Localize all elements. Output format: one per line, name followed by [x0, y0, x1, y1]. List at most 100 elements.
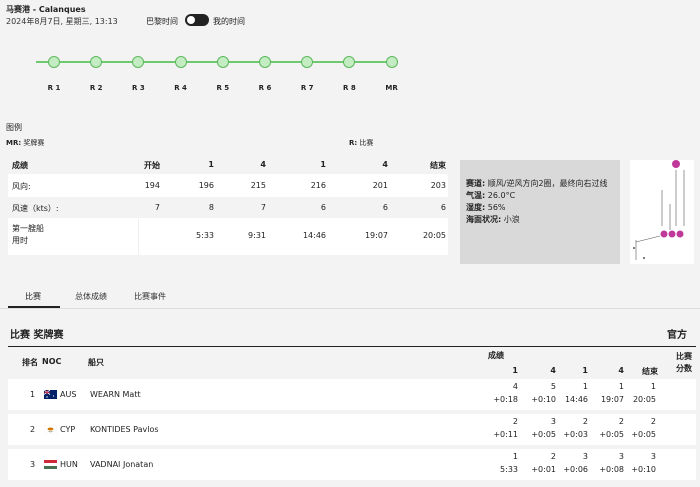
race-node-mr[interactable]: [385, 56, 398, 68]
tab-events[interactable]: 比赛事件: [134, 291, 166, 302]
weather-value: 216: [310, 181, 326, 190]
legend-title: 图例: [6, 123, 22, 132]
flag-icon: [44, 460, 57, 469]
table-row[interactable]: 1 AUS WEARN Matt 4 +0:18 5 +0:10 1 14:46 1 19:07 1 2…: [8, 379, 696, 410]
weather-col: 4: [260, 160, 266, 169]
weather-value: 5:33: [196, 231, 214, 240]
course-map[interactable]: [630, 160, 694, 264]
weather-col: 开始: [144, 161, 160, 170]
mark-time: +0:10: [531, 395, 556, 404]
event-datetime: 2024年8月7日, 星期三, 13:13: [6, 17, 118, 26]
mark-position: 5: [550, 382, 556, 391]
weather-row-leader-time: 第一艘船 用时 5:33 9:31 14:46 19:07 20:05: [8, 219, 448, 255]
mark-time: +0:05: [531, 430, 556, 439]
legend-r: R: 比赛: [349, 139, 374, 147]
mark-time: 19:07: [600, 395, 624, 404]
race-node-label: R 3: [132, 84, 145, 92]
mark-time: +0:10: [631, 465, 656, 474]
race-node-r1[interactable]: [48, 56, 60, 68]
weather-value: 201: [372, 181, 388, 190]
col-mark: 1: [582, 366, 588, 375]
mark-time: 14:46: [564, 395, 588, 404]
points-cell: 4: [678, 425, 700, 434]
athlete-name: WEARN Matt: [90, 390, 141, 399]
mark-position: 3: [618, 452, 624, 461]
table-row[interactable]: 2 CYP KONTIDES Pavlos 2 +0:11 3 +0:05 2 +0:03 2 +0…: [8, 414, 696, 445]
mark-time: +0:05: [599, 430, 624, 439]
race-node-label: R 1: [47, 84, 61, 92]
race-node-r7[interactable]: [301, 56, 314, 68]
my-time-label: 我的时间: [213, 17, 245, 26]
noc-cell: AUS: [60, 390, 77, 399]
course-map-icon: [633, 160, 685, 260]
weather-value: 20:05: [422, 231, 446, 240]
tab-race[interactable]: 比赛: [25, 291, 41, 302]
athlete-name: VADNAI Jonatan: [90, 460, 154, 469]
table-row[interactable]: 3 HUN VADNAI Jonatan 1 5:33 2 +0:01 3 +0:06 3 +0:0…: [8, 449, 696, 480]
mark-time: 20:05: [632, 395, 656, 404]
weather-value: 7: [154, 203, 160, 212]
weather-table: 成绩 开始 1 4 1 4 结束 风向: 194 196 215 216 201…: [8, 156, 448, 255]
race-node-label: R 5: [216, 84, 230, 92]
race-node-r6[interactable]: [259, 56, 271, 68]
race-node-r4[interactable]: [174, 56, 187, 68]
mark-position: 1: [650, 382, 656, 391]
rank-cell: 1: [30, 390, 36, 399]
weather-col: 1: [320, 160, 326, 169]
race-node-label: R 6: [258, 84, 272, 92]
temperature-line: 气温: 26.0°C: [466, 191, 516, 200]
weather-row-label: 第一艘船: [12, 224, 44, 233]
venue-title: 马赛港 - Calanques: [6, 5, 86, 14]
weather-header-row: 成绩 开始 1 4 1 4 结束: [8, 156, 448, 175]
weather-value: 19:07: [364, 231, 388, 240]
weather-value: 6: [382, 203, 388, 212]
points-cell: 6: [678, 460, 700, 469]
mark-time: +0:11: [493, 430, 518, 439]
weather-value: 6: [320, 203, 326, 212]
flag-icon: [43, 389, 57, 399]
col-points-2: 分数: [676, 364, 692, 373]
race-node-r2[interactable]: [90, 56, 103, 68]
weather-value: 215: [250, 181, 266, 190]
weather-value: 14:46: [302, 231, 326, 240]
mark-position: 2: [512, 417, 518, 426]
tab-overall[interactable]: 总体成绩: [75, 291, 107, 302]
legend-mr: MR: 奖牌赛: [6, 139, 45, 147]
col-rank: 排名: [22, 358, 38, 367]
col-mark: 4: [618, 366, 624, 375]
weather-value: 6: [440, 203, 446, 212]
mark-position: 2: [618, 417, 624, 426]
weather-col: 4: [382, 160, 388, 169]
weather-col-label: 成绩: [12, 161, 28, 170]
race-node-r8[interactable]: [343, 56, 356, 68]
race-node-r5[interactable]: [216, 56, 229, 68]
course-line: 赛道: 顺风/逆风方向2圈，最终向右过线: [466, 179, 608, 188]
results-title: 比赛 奖牌赛: [10, 330, 64, 341]
weather-col: 结束: [430, 161, 446, 170]
humidity-line: 湿度: 56%: [466, 203, 506, 212]
conditions-box: 赛道: 顺风/逆风方向2圈，最终向右过线 气温: 26.0°C 湿度: 56% …: [460, 160, 620, 264]
col-mark: 1: [512, 366, 518, 375]
col-score: 成绩: [488, 351, 504, 360]
mark-position: 4: [512, 382, 518, 391]
race-node-label: R 4: [174, 84, 187, 92]
tab-active-indicator: [8, 306, 60, 308]
weather-row-label: 风速（kts）:: [12, 204, 59, 213]
weather-value: 194: [144, 181, 160, 190]
mark-time: +0:03: [563, 430, 588, 439]
timezone-toggle[interactable]: [185, 14, 209, 26]
mark-time: +0:05: [631, 430, 656, 439]
weather-row-label: 风向:: [12, 182, 31, 191]
mark-position: 1: [512, 452, 518, 461]
mark-time: 5:33: [500, 465, 518, 474]
mark-position: 1: [582, 382, 588, 391]
official-badge: 官方: [667, 330, 687, 341]
col-mark: 4: [550, 366, 556, 375]
weather-value: 9:31: [248, 231, 266, 240]
col-noc: NOC: [42, 357, 62, 366]
race-node-r3[interactable]: [132, 56, 145, 68]
weather-value: 7: [260, 203, 266, 212]
col-points-1: 比赛: [676, 352, 692, 361]
weather-value: 8: [208, 203, 214, 212]
race-node-label: R 7: [300, 84, 314, 92]
